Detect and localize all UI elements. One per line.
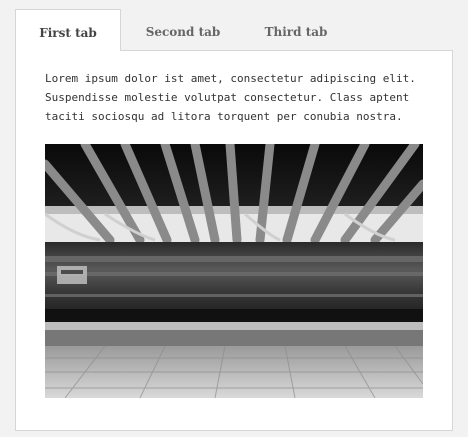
tab-third[interactable]: Third tab [245,9,347,49]
panel-text: Lorem ipsum dolor ist amet, consectetur … [45,72,416,123]
train-station-photo [45,144,423,398]
tab-panel: Lorem ipsum dolor ist amet, consectetur … [15,50,453,431]
tab-bar: First tab Second tab Third tab [15,9,347,51]
tab-second[interactable]: Second tab [121,9,245,49]
tab-first[interactable]: First tab [15,9,121,51]
tabs-widget: First tab Second tab Third tab Lorem ips… [0,0,468,437]
